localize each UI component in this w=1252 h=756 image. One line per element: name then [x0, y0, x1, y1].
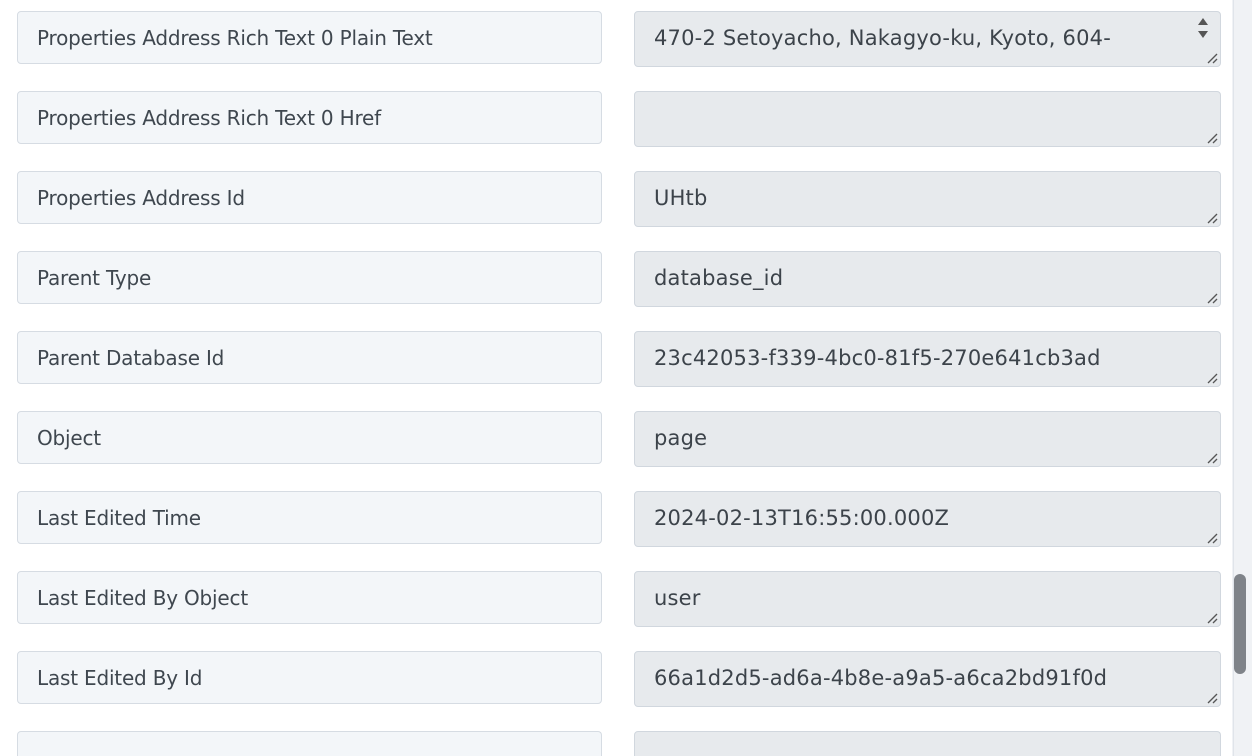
mapping-row: Properties Address Id UHtb	[0, 171, 1232, 227]
field-value-textarea[interactable]: 2024-02-13T16:55:00.000Z	[634, 491, 1221, 547]
field-label: Last Edited By Id	[17, 651, 602, 704]
field-value-text: database_id	[654, 266, 784, 290]
field-value-text: user	[654, 586, 701, 610]
field-value-textarea[interactable]	[634, 731, 1221, 756]
resize-grip-icon[interactable]	[1206, 612, 1218, 624]
field-label-text: Properties Address Rich Text 0 Plain Tex…	[37, 25, 433, 50]
mapping-row	[0, 731, 1232, 756]
mapping-row: Object page	[0, 411, 1232, 467]
field-value-text: page	[654, 426, 708, 450]
resize-grip-icon[interactable]	[1206, 692, 1218, 704]
field-label-text: Object	[37, 425, 101, 450]
field-label: Properties Address Rich Text 0 Href	[17, 91, 602, 144]
resize-grip-icon[interactable]	[1206, 132, 1218, 144]
field-label: Last Edited Time	[17, 491, 602, 544]
field-value-textarea[interactable]: 470-2 Setoyacho, Nakagyo-ku, Kyoto, 604-	[634, 11, 1221, 67]
field-label: Last Edited By Object	[17, 571, 602, 624]
field-mapping-list: Properties Address Rich Text 0 Plain Tex…	[0, 0, 1232, 756]
field-label-text: Properties Address Id	[37, 185, 245, 210]
resize-grip-icon[interactable]	[1206, 52, 1218, 64]
field-label-text: Last Edited Time	[37, 505, 201, 530]
field-value-text: 23c42053-f339-4bc0-81f5-270e641cb3ad	[654, 346, 1101, 370]
field-value-textarea[interactable]: 23c42053-f339-4bc0-81f5-270e641cb3ad	[634, 331, 1221, 387]
mapping-row: Last Edited Time 2024-02-13T16:55:00.000…	[0, 491, 1232, 547]
spinner-icon[interactable]	[1194, 14, 1212, 44]
field-label: Properties Address Id	[17, 171, 602, 224]
mapping-row: Properties Address Rich Text 0 Plain Tex…	[0, 11, 1232, 67]
resize-grip-icon[interactable]	[1206, 372, 1218, 384]
field-value-textarea[interactable]: user	[634, 571, 1221, 627]
scrollbar-thumb[interactable]	[1234, 574, 1246, 674]
vertical-scrollbar[interactable]	[1232, 0, 1252, 756]
field-label: Object	[17, 411, 602, 464]
field-value-text: 470-2 Setoyacho, Nakagyo-ku, Kyoto, 604-	[654, 26, 1111, 50]
resize-grip-icon[interactable]	[1206, 212, 1218, 224]
field-value-textarea[interactable]	[634, 91, 1221, 147]
resize-grip-icon[interactable]	[1206, 292, 1218, 304]
mapping-row: Last Edited By Object user	[0, 571, 1232, 627]
field-value-textarea[interactable]: UHtb	[634, 171, 1221, 227]
field-label: Parent Database Id	[17, 331, 602, 384]
field-label-text: Last Edited By Id	[37, 665, 203, 690]
mapping-row: Properties Address Rich Text 0 Href	[0, 91, 1232, 147]
field-value-text: UHtb	[654, 186, 708, 210]
field-label	[17, 731, 602, 756]
field-value-text: 66a1d2d5-ad6a-4b8e-a9a5-a6ca2bd91f0d	[654, 666, 1108, 690]
mapping-row: Parent Database Id 23c42053-f339-4bc0-81…	[0, 331, 1232, 387]
field-label-text: Properties Address Rich Text 0 Href	[37, 105, 381, 130]
field-label-text: Parent Database Id	[37, 345, 225, 370]
field-label: Properties Address Rich Text 0 Plain Tex…	[17, 11, 602, 64]
resize-grip-icon[interactable]	[1206, 532, 1218, 544]
field-value-textarea[interactable]: database_id	[634, 251, 1221, 307]
field-value-textarea[interactable]: page	[634, 411, 1221, 467]
mapping-row: Last Edited By Id 66a1d2d5-ad6a-4b8e-a9a…	[0, 651, 1232, 707]
mapping-row: Parent Type database_id	[0, 251, 1232, 307]
resize-grip-icon[interactable]	[1206, 452, 1218, 464]
field-value-text: 2024-02-13T16:55:00.000Z	[654, 506, 950, 530]
field-label-text: Parent Type	[37, 265, 152, 290]
field-label: Parent Type	[17, 251, 602, 304]
field-label-text: Last Edited By Object	[37, 585, 248, 610]
field-value-textarea[interactable]: 66a1d2d5-ad6a-4b8e-a9a5-a6ca2bd91f0d	[634, 651, 1221, 707]
